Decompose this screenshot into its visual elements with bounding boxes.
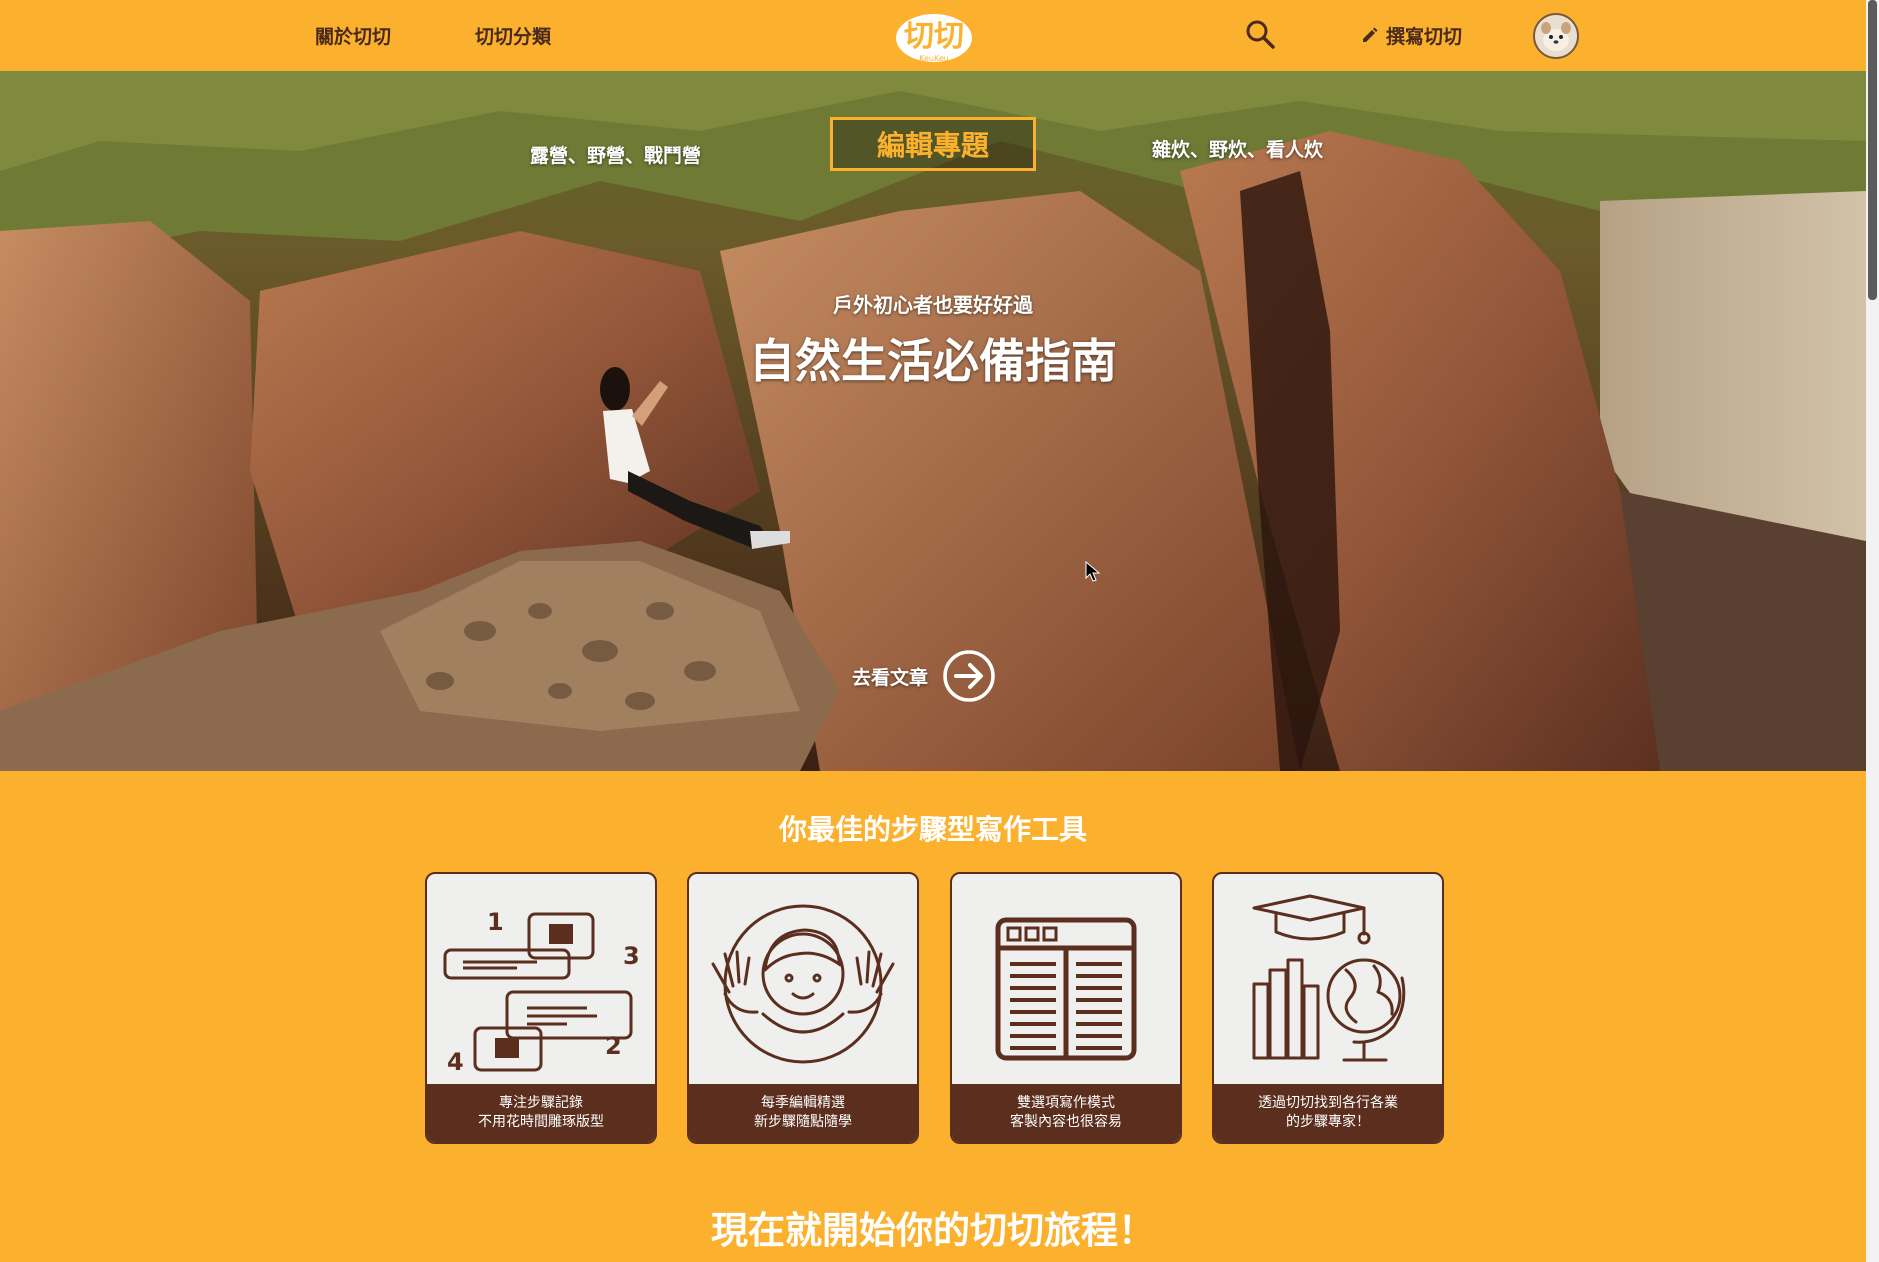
feature-card-caption: 每季編輯精選 新步驟隨點隨學 [689, 1084, 917, 1142]
logo-subtext: KeuKeu [919, 54, 949, 63]
feature-card-steps[interactable]: 1 3 2 4 專注步驟記錄 不用花時間雕琢版型 [425, 872, 657, 1144]
feature-caption-line2: 的步驟專家！ [1286, 1114, 1370, 1130]
read-article-label: 去看文章 [852, 666, 929, 689]
feature-caption-line1: 每季編輯精選 [761, 1095, 845, 1111]
feature-caption-line2: 不用花時間雕琢版型 [478, 1114, 604, 1130]
pencil-icon [1363, 27, 1378, 42]
start-journey-title: 現在就開始你的切切旅程！ [711, 1209, 1155, 1252]
svg-text:2: 2 [605, 1032, 622, 1060]
svg-text:4: 4 [447, 1048, 464, 1076]
feature-caption-line1: 專注步驟記錄 [499, 1095, 583, 1111]
feature-card-caption: 專注步驟記錄 不用花時間雕琢版型 [427, 1084, 655, 1142]
feature-caption-line2: 新步驟隨點隨學 [754, 1114, 852, 1130]
nav-about-link[interactable]: 關於切切 [315, 22, 391, 49]
hero-tag-right[interactable]: 雜炊、野炊、看人炊 [1152, 135, 1323, 162]
arrow-right-circle-icon [943, 650, 995, 702]
logo-text: 切切 [904, 19, 964, 54]
editorial-badge: 編輯專題 [830, 117, 1036, 171]
page-scrollbar[interactable] [1866, 0, 1879, 1262]
feature-caption-line2: 客製內容也很容易 [1010, 1114, 1122, 1130]
hero-subtitle: 戶外初心者也要好好過 [833, 293, 1033, 317]
avatar-icon [1535, 15, 1577, 57]
write-article-label: 撰寫切切 [1386, 25, 1463, 48]
hero-tag-left[interactable]: 露營、野營、戰鬥營 [530, 141, 701, 168]
read-article-button[interactable]: 去看文章 [852, 649, 996, 703]
feature-card-caption: 透過切切找到各行各業 的步驟專家！ [1214, 1084, 1442, 1142]
feature-caption-line1: 透過切切找到各行各業 [1258, 1095, 1398, 1111]
scrollbar-thumb[interactable] [1868, 0, 1877, 300]
feature-card-editor-picks[interactable]: 每季編輯精選 新步驟隨點隨學 [687, 872, 919, 1144]
feature-card-experts[interactable]: 透過切切找到各行各業 的步驟專家！ [1212, 872, 1444, 1144]
feature-card-caption: 雙選項寫作模式 客製內容也很容易 [952, 1084, 1180, 1142]
hero-title: 自然生活必備指南 [749, 334, 1117, 388]
two-column-layout-icon [995, 917, 1137, 1061]
feature-card-two-modes[interactable]: 雙選項寫作模式 客製內容也很容易 [950, 872, 1182, 1144]
svg-text:3: 3 [623, 942, 640, 970]
write-article-button[interactable]: 撰寫切切 [1360, 20, 1462, 50]
mouse-cursor-icon [1085, 561, 1101, 582]
user-avatar[interactable] [1533, 13, 1579, 59]
keukeu-logo[interactable]: 切切 KeuKeu [888, 6, 980, 66]
steps-illustration-icon: 1 3 2 4 [443, 908, 640, 1076]
svg-text:1: 1 [487, 908, 504, 936]
nav-categories-link[interactable]: 切切分類 [475, 22, 551, 49]
feature-caption-line1: 雙選項寫作模式 [1017, 1095, 1115, 1111]
search-icon[interactable] [1244, 18, 1276, 50]
top-navigation-bar: 關於切切 切切分類 切切 KeuKeu 撰寫切切 [0, 0, 1866, 71]
waving-person-icon [711, 904, 895, 1064]
hero-banner: 露營、野營、戰鬥營 編輯專題 雜炊、野炊、看人炊 戶外初心者也要好好過 自然生活… [0, 71, 1866, 771]
features-title: 你最佳的步驟型寫作工具 [778, 813, 1087, 846]
education-globe-icon [1252, 894, 1406, 1062]
